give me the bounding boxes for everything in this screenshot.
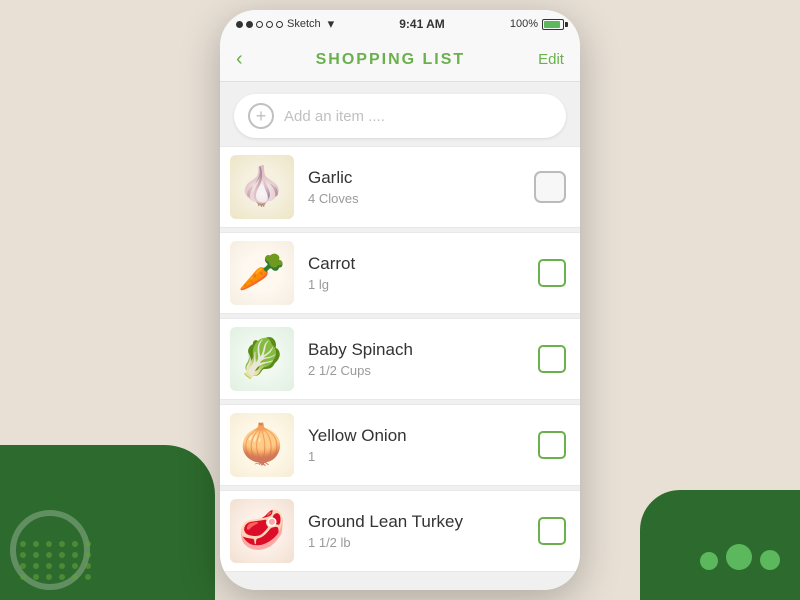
wifi-icon: ▾ [328, 16, 335, 32]
item-qty-carrot: 1 lg [308, 277, 538, 292]
garlic-emoji: 🧄 [238, 165, 285, 209]
item-checkbox-onion[interactable] [538, 431, 566, 459]
battery-icon [542, 19, 564, 30]
carrier-name: Sketch [287, 18, 321, 30]
item-name-turkey: Ground Lean Turkey [308, 512, 538, 532]
signal-dot-3 [256, 21, 263, 28]
item-checkbox-carrot[interactable] [538, 259, 566, 287]
signal-dot-1 [236, 21, 243, 28]
item-checkbox-garlic[interactable] [534, 171, 566, 203]
battery-fill [544, 21, 560, 28]
list-item: 🥕 Carrot 1 lg [220, 232, 580, 314]
list-item: 🧄 Garlic 4 Cloves [220, 146, 580, 228]
item-info-turkey: Ground Lean Turkey 1 1/2 lb [308, 512, 538, 550]
status-left: Sketch ▾ [236, 16, 334, 32]
list-item: 🥬 Baby Spinach 2 1/2 Cups [220, 318, 580, 400]
dots-pattern [20, 541, 93, 580]
item-image-spinach: 🥬 [230, 327, 294, 391]
item-image-onion: 🧅 [230, 413, 294, 477]
signal-dot-4 [266, 21, 273, 28]
item-name-onion: Yellow Onion [308, 426, 538, 446]
status-bar: Sketch ▾ 9:41 AM 100% [220, 10, 580, 38]
add-item-circle-icon: + [248, 103, 274, 129]
page-title: SHOPPING LIST [316, 51, 466, 69]
bg-decoration-left [0, 445, 215, 600]
signal-bars [236, 21, 283, 28]
berry-1 [700, 552, 718, 570]
back-button[interactable]: ‹ [236, 48, 243, 71]
plus-icon: + [256, 107, 267, 125]
content-area: + Add an item .... 🧄 Garlic 4 Cloves 🥕 C… [220, 82, 580, 590]
list-item: 🥩 Ground Lean Turkey 1 1/2 lb [220, 490, 580, 572]
onion-emoji: 🧅 [238, 423, 285, 467]
item-info-garlic: Garlic 4 Cloves [308, 168, 534, 206]
item-info-onion: Yellow Onion 1 [308, 426, 538, 464]
item-qty-turkey: 1 1/2 lb [308, 535, 538, 550]
item-image-garlic: 🧄 [230, 155, 294, 219]
list-item: 🧅 Yellow Onion 1 [220, 404, 580, 486]
item-checkbox-turkey[interactable] [538, 517, 566, 545]
item-name-garlic: Garlic [308, 168, 534, 188]
bg-decoration-right [640, 490, 800, 600]
berry-decoration [700, 544, 780, 570]
berry-2 [726, 544, 752, 570]
add-item-bar[interactable]: + Add an item .... [234, 94, 566, 138]
item-name-carrot: Carrot [308, 254, 538, 274]
spinach-emoji: 🥬 [238, 337, 285, 381]
item-name-spinach: Baby Spinach [308, 340, 538, 360]
signal-dot-5 [276, 21, 283, 28]
carrot-emoji: 🥕 [238, 251, 285, 295]
berry-3 [760, 550, 780, 570]
signal-dot-2 [246, 21, 253, 28]
item-image-carrot: 🥕 [230, 241, 294, 305]
add-item-placeholder: Add an item .... [284, 108, 385, 125]
item-qty-garlic: 4 Cloves [308, 191, 534, 206]
nav-bar: ‹ SHOPPING LIST Edit [220, 38, 580, 82]
turkey-emoji: 🥩 [238, 509, 285, 553]
item-info-carrot: Carrot 1 lg [308, 254, 538, 292]
phone-frame: Sketch ▾ 9:41 AM 100% ‹ SHOPPING LIST Ed… [220, 10, 580, 590]
status-right: 100% [510, 18, 564, 30]
status-time: 9:41 AM [399, 17, 445, 31]
item-image-turkey: 🥩 [230, 499, 294, 563]
item-checkbox-spinach[interactable] [538, 345, 566, 373]
edit-button[interactable]: Edit [538, 51, 564, 68]
battery-percent: 100% [510, 18, 538, 30]
item-info-spinach: Baby Spinach 2 1/2 Cups [308, 340, 538, 378]
item-qty-onion: 1 [308, 449, 538, 464]
item-qty-spinach: 2 1/2 Cups [308, 363, 538, 378]
